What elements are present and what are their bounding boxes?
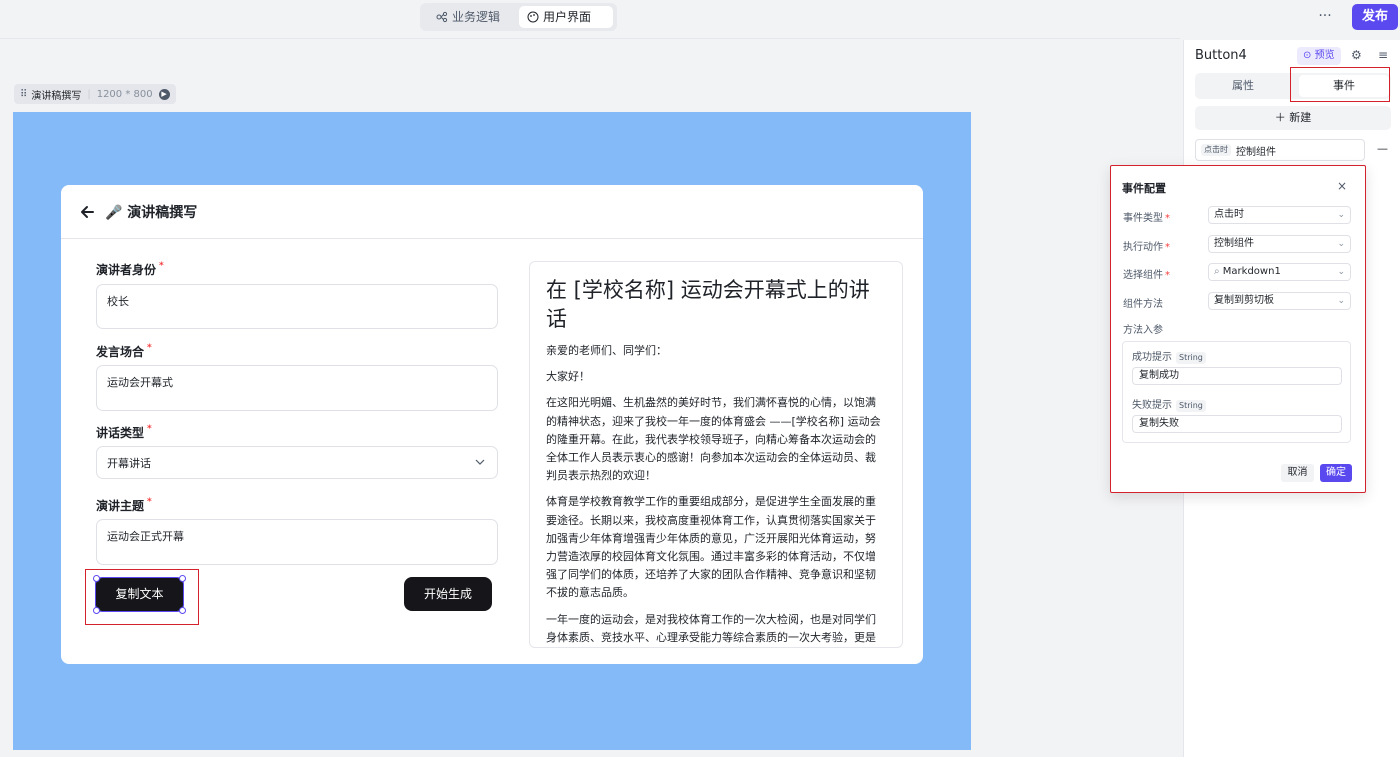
top-bar — [0, 0, 1400, 36]
markdown-heading: 在 [学校名称] 运动会开幕式上的讲话 — [546, 278, 870, 331]
occasion-input[interactable]: 运动会开幕式 — [96, 365, 498, 411]
play-circle-icon: ⊙ — [1303, 50, 1312, 61]
method-value: 复制到剪切板 — [1214, 295, 1274, 306]
play-icon[interactable]: ▶ — [158, 88, 170, 100]
start-generate-button[interactable]: 开始生成 — [404, 577, 492, 611]
action-value: 控制组件 — [1214, 238, 1254, 249]
plus-icon: ＋ — [1274, 111, 1286, 124]
divider: | — [87, 88, 91, 100]
speaker-identity-label: 演讲者身份 * — [96, 261, 164, 277]
drag-handle-icon[interactable]: ⠿ — [20, 89, 27, 100]
params-label: 方法入参 — [1123, 325, 1163, 336]
resize-handle[interactable] — [93, 575, 100, 582]
cancel-button[interactable]: 取消 — [1281, 464, 1314, 482]
markdown-paragraph: 在这阳光明媚、生机盎然的美好时节，我们满怀喜悦的心情，以饱满的精神状态，迎来了我… — [546, 396, 881, 483]
new-event-button[interactable]: ＋ 新建 — [1195, 106, 1391, 130]
mode-switch: 业务逻辑 用户界面 — [420, 3, 617, 31]
tab-user-interface-label: 用户界面 — [543, 10, 592, 24]
back-arrow-icon[interactable] — [79, 204, 95, 220]
type-tag: String — [1176, 352, 1206, 364]
markdown-paragraph: 体育是学校教育教学工作的重要组成部分，是促进学生全面发展的重要途径。长期以来，我… — [546, 495, 876, 600]
card-header: 🎤 演讲稿撰写 — [61, 185, 923, 239]
type-tag: String — [1176, 400, 1206, 412]
chevron-down-icon: ⌄ — [1337, 296, 1345, 306]
params-box: 成功提示 String 复制成功 失败提示 String 复制失败 — [1122, 341, 1351, 443]
speaker-identity-input[interactable]: 校长 — [96, 284, 498, 329]
component-select-label: 选择组件 * — [1123, 270, 1170, 281]
chevron-down-icon: ⌄ — [1337, 210, 1345, 220]
resize-handle[interactable] — [93, 607, 100, 614]
speech-type-select[interactable]: 开幕讲话 — [96, 446, 498, 479]
component-value: Markdown1 — [1222, 266, 1281, 277]
close-icon[interactable]: × — [1337, 179, 1347, 193]
speech-type-value: 开幕讲话 — [107, 457, 151, 470]
fail-message-input[interactable]: 复制失败 — [1132, 415, 1342, 433]
preview-button[interactable]: ⊙ 预览 — [1297, 47, 1341, 65]
page-size: 1200 * 800 — [96, 88, 153, 100]
popup-title: 事件配置 — [1122, 182, 1166, 195]
preview-label: 预览 — [1314, 50, 1335, 61]
confirm-button[interactable]: 确定 — [1320, 464, 1352, 482]
tab-business-logic[interactable]: 业务逻辑 — [428, 6, 508, 28]
chevron-down-icon: ⌄ — [1337, 239, 1345, 249]
logic-icon — [436, 11, 448, 23]
speech-type-label: 讲话类型 * — [96, 424, 152, 440]
method-select[interactable]: 复制到剪切板 ⌄ — [1208, 292, 1351, 310]
event-type-select[interactable]: 点击时 ⌄ — [1208, 206, 1351, 224]
page-name: 演讲稿撰写 — [31, 90, 82, 102]
search-icon: ⌕ — [1214, 266, 1220, 277]
card-title: 🎤 演讲稿撰写 — [105, 204, 198, 221]
settings-gear-icon[interactable]: ⚙ — [1351, 48, 1362, 62]
copy-text-button[interactable]: 复制文本 — [95, 577, 184, 612]
highlight-box — [1290, 67, 1390, 102]
event-trigger-tag: 点击时 — [1201, 144, 1231, 156]
param-success-label: 成功提示 String — [1132, 348, 1206, 364]
tab-business-logic-label: 业务逻辑 — [452, 10, 501, 24]
palette-icon — [527, 11, 539, 23]
resize-handle[interactable] — [179, 607, 186, 614]
chevron-down-icon: ⌄ — [1337, 267, 1345, 277]
event-type-label: 事件类型 * — [1123, 213, 1170, 224]
more-menu-button[interactable]: ··· — [1313, 6, 1337, 28]
action-select[interactable]: 控制组件 ⌄ — [1208, 235, 1351, 253]
publish-button[interactable]: 发布 — [1352, 4, 1398, 30]
new-event-label: 新建 — [1289, 111, 1312, 124]
method-label: 组件方法 — [1123, 299, 1163, 310]
markdown-paragraph: 一年一度的运动会，是对我校体育工作的一次大检阅，也是对同学们身体素质、竞技水平、… — [546, 612, 876, 644]
remove-event-icon[interactable]: — — [1377, 142, 1388, 155]
app-card: 🎤 演讲稿撰写 演讲者身份 * 校长 发言场合 * 运动会开幕式 讲话类型 * 开幕讲… — [61, 185, 923, 664]
event-type-value: 点击时 — [1214, 209, 1244, 220]
event-item-label: 控制组件 — [1236, 146, 1276, 158]
action-label: 执行动作 * — [1123, 242, 1170, 253]
component-name: Button4 — [1195, 48, 1247, 63]
markdown-paragraph: 亲爱的老师们、同学们： — [546, 344, 667, 357]
speech-topic-label: 演讲主题 * — [96, 497, 152, 513]
markdown-paragraph: 大家好！ — [546, 370, 590, 384]
success-message-input[interactable]: 复制成功 — [1132, 367, 1342, 385]
tab-properties[interactable]: 属性 — [1195, 73, 1291, 99]
event-config-popup: 事件配置 × 事件类型 * 点击时 ⌄ 执行动作 * 控制组件 ⌄ 选择组件 * ⌕ Ma… — [1110, 165, 1366, 493]
param-fail-label: 失败提示 String — [1132, 396, 1206, 412]
tab-user-interface[interactable]: 用户界面 — [519, 6, 613, 28]
speech-topic-input[interactable]: 运动会正式开幕 — [96, 519, 498, 565]
collapse-panel-icon[interactable]: ≡ — [1378, 48, 1388, 62]
event-item[interactable]: 点击时 控制组件 — [1195, 139, 1365, 161]
page-label[interactable]: ⠿ 演讲稿撰写 | 1200 * 800 ▶ — [14, 84, 176, 104]
chevron-down-icon — [475, 459, 485, 465]
component-select[interactable]: ⌕ Markdown1 ⌄ — [1208, 263, 1351, 281]
resize-handle[interactable] — [179, 575, 186, 582]
occasion-label: 发言场合 * — [96, 343, 152, 359]
markdown-output: 在 [学校名称] 运动会开幕式上的讲话 亲爱的老师们、同学们： 大家好！ 在这阳… — [529, 261, 903, 648]
